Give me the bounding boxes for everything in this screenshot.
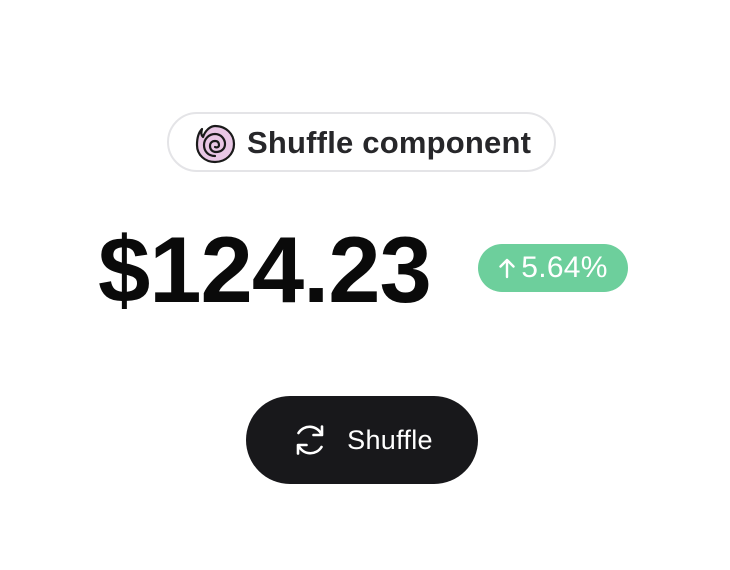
spiral-shell-icon [195,124,236,164]
shuffle-button-label: Shuffle [347,425,433,455]
change-percent: 5.64% [521,251,608,284]
arrow-up-icon [499,258,515,279]
price-value: $124.23 [98,217,432,322]
change-badge: 5.64% [478,244,628,292]
component-title: Shuffle component [247,125,532,160]
shuffle-button[interactable]: Shuffle [246,396,478,484]
component-pill: Shuffle component [167,112,556,172]
refresh-icon [296,425,324,455]
canvas: Shuffle component $124.23 5.64% Shuffle [0,0,730,570]
